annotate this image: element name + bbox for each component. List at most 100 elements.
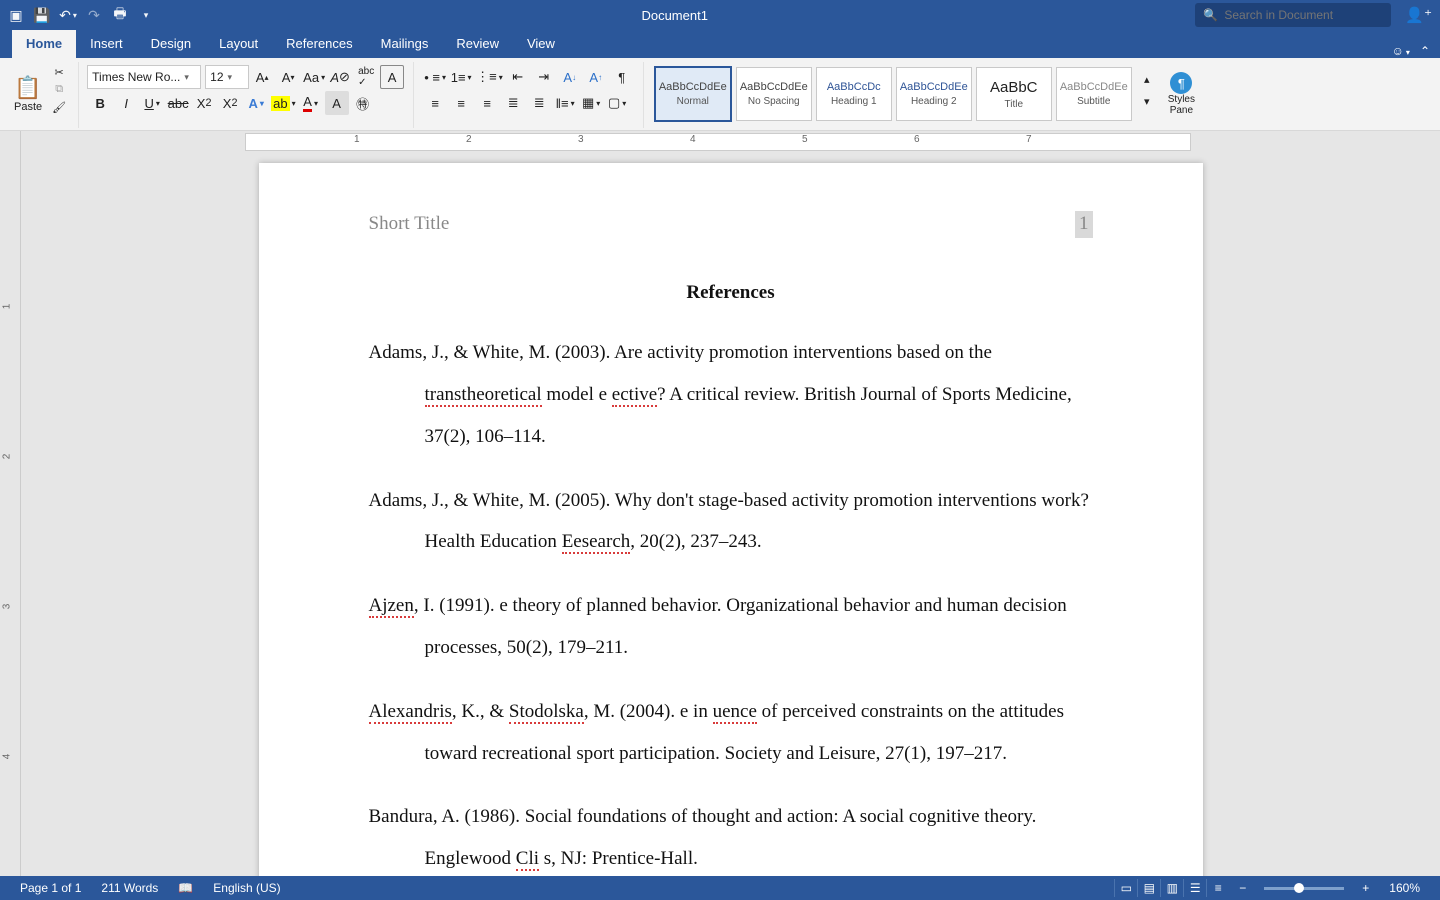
spellcheck-underline[interactable]: Ajzen [369, 595, 414, 618]
italic-button[interactable]: I [114, 91, 138, 115]
share-icon[interactable]: 👤⁺ [1405, 6, 1432, 24]
text-run[interactable]: , 20(2), 237–243. [630, 531, 761, 552]
enclose-characters-button[interactable]: ㊕ [351, 91, 375, 115]
superscript-button[interactable]: X2 [218, 91, 242, 115]
bullets-button[interactable]: • ≡▾ [423, 65, 447, 89]
reference-entry[interactable]: Bandura, A. (1986). Social foundations o… [369, 796, 1093, 880]
style-no-spacing[interactable]: AaBbCcDdEeNo Spacing [736, 67, 812, 121]
view-mode-icon[interactable]: ▣ [8, 7, 24, 23]
status-page[interactable]: Page 1 of 1 [10, 881, 91, 895]
spellcheck-underline[interactable]: Cli [516, 848, 539, 871]
align-center-button[interactable]: ≡ [449, 91, 473, 115]
document-canvas[interactable]: Short Title 1 References Adams, J., & Wh… [21, 151, 1440, 883]
reference-entry[interactable]: Adams, J., & White, M. (2005). Why don't… [369, 480, 1093, 564]
show-marks-button[interactable]: ¶ [610, 65, 634, 89]
format-painter-button[interactable]: 🖌 [49, 100, 69, 115]
tab-layout[interactable]: Layout [205, 30, 272, 58]
header-page-number[interactable]: 1 [1075, 211, 1093, 238]
zoom-slider[interactable] [1264, 887, 1344, 890]
strikethrough-button[interactable]: abc [166, 91, 190, 115]
styles-scroll-down-icon[interactable]: ▾ [1137, 91, 1157, 111]
save-icon[interactable]: 💾 [34, 7, 50, 23]
text-run[interactable]: , M. (2004). e in [584, 701, 713, 722]
print-layout-icon[interactable]: ▤ [1137, 879, 1160, 897]
text-run[interactable]: Bandura, A. (1986). Social foundations o… [369, 806, 1037, 869]
header-short-title[interactable]: Short Title [369, 211, 450, 238]
tab-design[interactable]: Design [137, 30, 205, 58]
spellcheck-underline[interactable]: transtheoretical [425, 384, 542, 407]
shrink-font-button[interactable]: A▾ [276, 65, 300, 89]
vertical-ruler[interactable]: 1234 [0, 151, 21, 883]
references-heading[interactable]: References [369, 280, 1093, 307]
undo-icon[interactable]: ↶▾ [60, 7, 76, 23]
focus-mode-icon[interactable]: ▭ [1114, 879, 1137, 897]
spellcheck-underline[interactable]: uence [713, 701, 757, 724]
search-box[interactable]: 🔍 [1195, 3, 1391, 27]
font-color-button[interactable]: A▾ [299, 91, 323, 115]
web-layout-icon[interactable]: ▥ [1160, 879, 1183, 897]
tab-insert[interactable]: Insert [76, 30, 137, 58]
line-spacing-button[interactable]: ‖≡▾ [553, 91, 577, 115]
spellcheck-underline[interactable]: Stodolska [509, 701, 584, 724]
text-run[interactable]: , K., & [452, 701, 509, 722]
status-spellcheck-icon[interactable]: 📖 [168, 881, 203, 895]
zoom-out-button[interactable]: − [1229, 881, 1256, 895]
sort-button[interactable]: A↓ [558, 65, 582, 89]
search-input[interactable] [1222, 7, 1376, 23]
style-title[interactable]: AaBbCTitle [976, 67, 1052, 121]
styles-scroll-up-icon[interactable]: ▴ [1137, 69, 1157, 89]
paste-button[interactable]: 📋 Paste [14, 64, 42, 124]
spellcheck-underline[interactable]: Alexandris [369, 701, 452, 724]
font-name-combo[interactable]: Times New Ro...▾ [87, 65, 201, 89]
copy-button[interactable]: ⧉ [49, 82, 69, 97]
reference-entry[interactable]: Alexandris, K., & Stodolska, M. (2004). … [369, 691, 1093, 775]
sort-desc-button[interactable]: A↑ [584, 65, 608, 89]
distributed-button[interactable]: ≣ [527, 91, 551, 115]
reference-entry[interactable]: Ajzen, I. (1991). e theory of planned be… [369, 585, 1093, 669]
styles-pane-button[interactable]: ¶ Styles Pane [1168, 64, 1195, 124]
text-effects-button[interactable]: A▾ [244, 91, 268, 115]
justify-button[interactable]: ≣ [501, 91, 525, 115]
multilevel-list-button[interactable]: ⋮≡▾ [475, 65, 504, 89]
style-subtitle[interactable]: AaBbCcDdEeSubtitle [1056, 67, 1132, 121]
text-run[interactable]: model e [542, 384, 612, 405]
horizontal-ruler[interactable]: 1234567 [0, 131, 1440, 151]
change-case-button[interactable]: Aa▾ [302, 65, 326, 89]
feedback-icon[interactable]: ☺▾ [1392, 44, 1410, 58]
text-run[interactable]: Adams, J., & White, M. (2003). Are activ… [369, 342, 992, 363]
character-border-button[interactable]: A [380, 65, 404, 89]
qat-customize-icon[interactable]: ▾ [138, 7, 154, 23]
redo-icon[interactable]: ↷ [86, 7, 102, 23]
collapse-ribbon-icon[interactable]: ⌃ [1420, 44, 1430, 58]
status-language[interactable]: English (US) [203, 881, 290, 895]
shading-button[interactable]: ▦▾ [579, 91, 603, 115]
reference-entry[interactable]: Adams, J., & White, M. (2003). Are activ… [369, 332, 1093, 457]
tab-review[interactable]: Review [442, 30, 513, 58]
style-heading-2[interactable]: AaBbCcDdEeHeading 2 [896, 67, 972, 121]
character-shading-button[interactable]: A [325, 91, 349, 115]
bold-button[interactable]: B [88, 91, 112, 115]
tab-view[interactable]: View [513, 30, 569, 58]
highlight-button[interactable]: ab▾ [270, 91, 296, 115]
page[interactable]: Short Title 1 References Adams, J., & Wh… [259, 163, 1203, 883]
borders-button[interactable]: ▢▾ [605, 91, 629, 115]
style-heading-1[interactable]: AaBbCcDcHeading 1 [816, 67, 892, 121]
tab-references[interactable]: References [272, 30, 366, 58]
spellcheck-underline[interactable]: ective [612, 384, 657, 407]
style-normal[interactable]: AaBbCcDdEeNormal [654, 66, 732, 122]
outline-view-icon[interactable]: ☰ [1183, 879, 1206, 897]
decrease-indent-button[interactable]: ⇤ [506, 65, 530, 89]
tab-mailings[interactable]: Mailings [367, 30, 443, 58]
tab-home[interactable]: Home [12, 30, 76, 58]
print-icon[interactable]: 🖶 [112, 7, 128, 23]
zoom-level[interactable]: 160% [1379, 881, 1430, 895]
increase-indent-button[interactable]: ⇥ [532, 65, 556, 89]
spellcheck-underline[interactable]: Eesearch [562, 531, 631, 554]
status-word-count[interactable]: 211 Words [91, 881, 168, 895]
phonetic-guide-button[interactable]: abc✓ [354, 65, 378, 89]
grow-font-button[interactable]: A▴ [250, 65, 274, 89]
text-run[interactable]: , I. (1991). e theory of planned behavio… [414, 595, 1067, 658]
draft-view-icon[interactable]: ≡ [1206, 879, 1229, 897]
align-right-button[interactable]: ≡ [475, 91, 499, 115]
text-run[interactable]: s, NJ: Prentice-Hall. [539, 848, 698, 869]
